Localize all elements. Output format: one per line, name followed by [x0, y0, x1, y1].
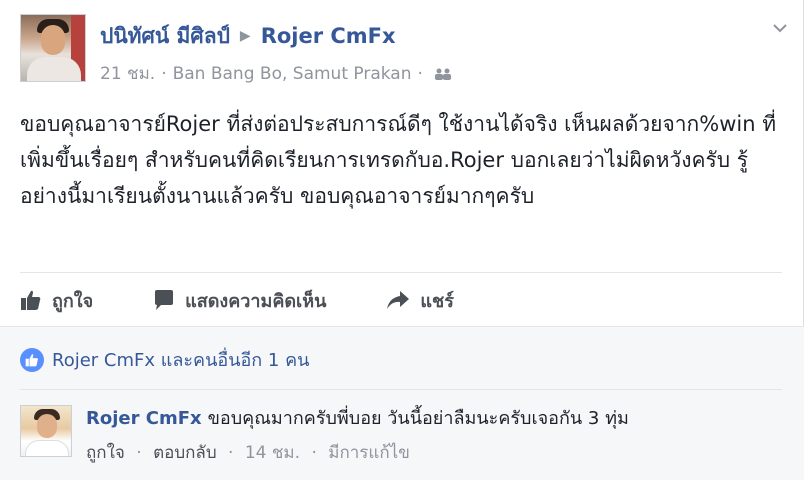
divider — [20, 389, 782, 390]
likes-summary-text: Rojer CmFx และคนอื่นอีก 1 คน — [52, 350, 310, 371]
thumbs-up-icon — [21, 290, 41, 310]
post-body-text: ขอบคุณอาจารย์Rojer ที่ส่งต่อประสบการณ์ดี… — [20, 112, 777, 208]
arrow-right-icon: ▶ — [239, 28, 251, 44]
target-page-link[interactable]: Rojer CmFx — [261, 24, 396, 48]
share-button[interactable]: แชร์ — [386, 286, 454, 315]
post-header: ปนิทัศน์ มีศิลป์ ▶ Rojer CmFx 21 ชม. · B… — [20, 14, 790, 86]
comment-edited-link[interactable]: มีการแก้ไข — [328, 443, 410, 463]
comment-like-link[interactable]: ถูกใจ — [86, 443, 125, 463]
comment-content: Rojer CmFx ขอบคุณมากครับพี่บอย วันนี้อย่า… — [86, 405, 629, 433]
like-button[interactable]: ถูกใจ — [20, 286, 93, 315]
facebook-post: ปนิทัศน์ มีศิลป์ ▶ Rojer CmFx 21 ชม. · B… — [0, 0, 804, 480]
post-location-link[interactable]: Ban Bang Bo, Samut Prakan — [173, 64, 412, 84]
post-actions-bar: ถูกใจ แสดงความคิดเห็น แชร์ — [20, 282, 790, 318]
separator-dot: · — [136, 443, 142, 463]
divider — [20, 272, 782, 273]
comment-reply-link[interactable]: ตอบกลับ — [153, 443, 217, 463]
commenter-name-link[interactable]: Rojer CmFx — [86, 408, 202, 429]
share-arrow-icon — [387, 291, 410, 309]
comment-bubble-icon — [155, 290, 174, 310]
like-button-label: ถูกใจ — [52, 290, 94, 312]
author-name-link[interactable]: ปนิทัศน์ มีศิลป์ — [100, 20, 230, 53]
separator-dot: · — [417, 63, 423, 84]
commenter-avatar[interactable] — [20, 405, 72, 457]
post-title-line: ปนิทัศน์ มีศิลป์ ▶ Rojer CmFx — [100, 20, 396, 52]
comment-text: ขอบคุณมากครับพี่บอย วันนี้อย่าลืมนะครับเ… — [207, 408, 629, 429]
comment-meta: ถูกใจ · ตอบกลับ · 14 ชม. · มีการแก้ไข — [86, 439, 410, 466]
share-button-label: แชร์ — [420, 290, 454, 312]
comment-time-link[interactable]: 14 ชม. — [245, 443, 300, 463]
separator-dot: · — [311, 443, 317, 463]
like-badge-icon — [20, 347, 44, 372]
friends-icon[interactable] — [433, 68, 453, 80]
likes-summary[interactable]: Rojer CmFx และคนอื่นอีก 1 คน — [20, 345, 309, 374]
chevron-down-icon[interactable] — [770, 18, 790, 38]
author-avatar[interactable] — [20, 14, 86, 82]
separator-dot: · — [161, 63, 167, 84]
separator-dot: · — [228, 443, 234, 463]
post-time-link[interactable]: 21 ชม. — [100, 60, 155, 87]
comment-button[interactable]: แสดงความคิดเห็น — [153, 286, 326, 315]
comment-button-label: แสดงความคิดเห็น — [185, 290, 327, 312]
post-meta: 21 ชม. · Ban Bang Bo, Samut Prakan · — [100, 60, 453, 87]
comments-section: Rojer CmFx และคนอื่นอีก 1 คน Rojer CmFx ข… — [0, 326, 804, 480]
